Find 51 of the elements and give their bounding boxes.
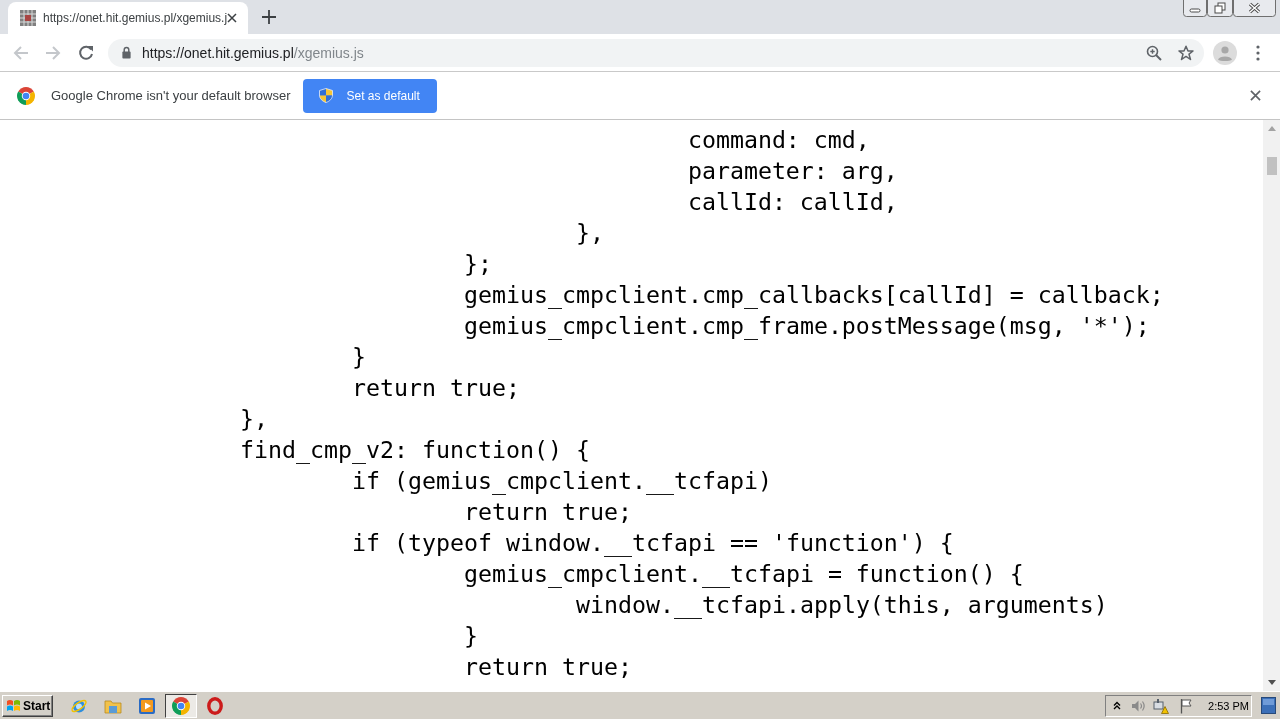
code-line: find_cmp_v2: function() { (239, 436, 590, 463)
code-line: }, (575, 219, 604, 246)
show-desktop-icon[interactable] (1261, 697, 1276, 714)
chevron-up-icon[interactable] (1113, 701, 1122, 710)
zoom-icon[interactable] (1146, 44, 1162, 61)
code-line: return true; (463, 498, 632, 525)
url-text: https://onet.hit.gemius.pl/xgemius.js (142, 44, 364, 61)
code-line: if (typeof window.__tcfapi == 'function') { (351, 529, 954, 556)
play-tile-icon (138, 696, 156, 715)
code-line: command: cmd, (687, 126, 870, 153)
network-warning-icon[interactable] (1153, 697, 1170, 714)
code-line: gemius_cmpclient.cmp_callbacks[callId] = callback; (463, 281, 1164, 308)
scrollbar[interactable] (1263, 120, 1280, 691)
flag-logo-icon (6, 698, 21, 713)
taskbar-app-button[interactable] (165, 693, 197, 718)
restore-icon[interactable] (1207, 0, 1233, 17)
start-button[interactable]: Start (2, 694, 53, 717)
flag-icon[interactable] (1178, 697, 1195, 714)
close-icon[interactable] (1250, 90, 1261, 101)
reload-icon[interactable] (78, 44, 94, 61)
code-line: }; (463, 250, 492, 277)
address-bar[interactable]: https://onet.hit.gemius.pl/xgemius.js (108, 38, 1204, 67)
minimize-icon[interactable] (1183, 0, 1207, 17)
code-line: } (463, 622, 478, 649)
close-icon[interactable] (227, 13, 238, 23)
scroll-thumb[interactable] (1266, 157, 1277, 175)
code-line: return true; (463, 653, 632, 680)
grid-icon (20, 10, 36, 26)
more-menu-icon[interactable] (1256, 44, 1260, 61)
set-default-button[interactable]: Set as default (303, 78, 437, 113)
code-line: if (gemius_cmpclient.__tcfapi) (351, 467, 772, 494)
code-line: callId: callId, (687, 188, 898, 215)
code-line: return true; (351, 374, 520, 401)
infobar-message: Google Chrome isn't your default browser (51, 88, 291, 103)
segmented-circle-icon (17, 86, 35, 105)
bookmark-star-icon[interactable] (1178, 44, 1194, 61)
segmented-circle-icon (172, 696, 190, 715)
close-window-icon[interactable] (1233, 0, 1276, 17)
code-line: window.__tcfapi.apply(this, arguments) (575, 591, 1108, 618)
code-line: parameter: arg, (687, 157, 898, 184)
code-line: gemius_cmpclient.__tcfapi = function() { (463, 560, 1024, 587)
ring-icon (206, 696, 224, 715)
browser-tab[interactable]: https://onet.hit.gemius.pl/xgemius.j (8, 2, 248, 34)
code-line: }, (239, 405, 268, 432)
new-tab-icon[interactable] (262, 10, 276, 24)
clock-time[interactable]: 2:53 PM (1208, 699, 1249, 712)
shield-icon (319, 88, 334, 103)
code-line: gemius_cmpclient.cmp_frame.postMessage(msg, '*'); (463, 312, 1150, 339)
code-line: } (351, 343, 366, 370)
lock-icon (121, 46, 132, 59)
scroll-down-arrow-icon[interactable] (1267, 680, 1276, 685)
